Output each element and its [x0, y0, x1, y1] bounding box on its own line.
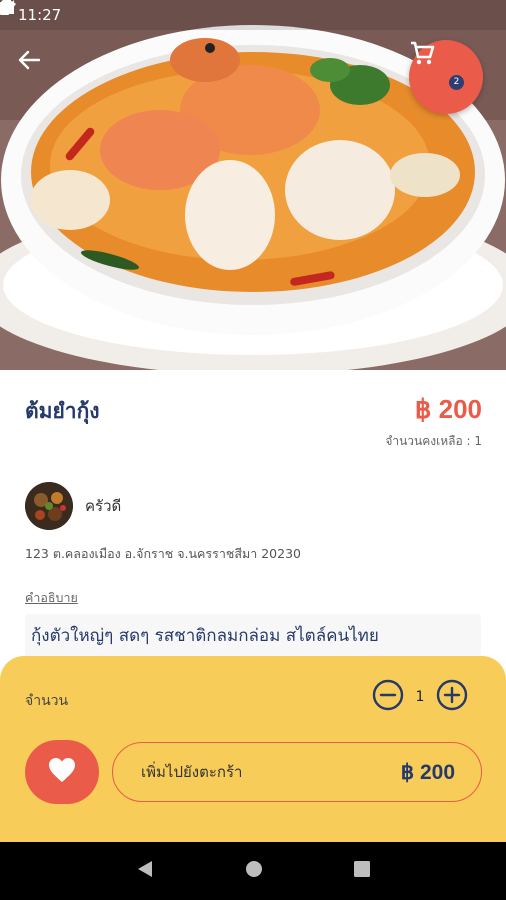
product-image: 11:27 2: [0, 0, 506, 370]
add-to-cart-label: เพิ่มไปยังตะกร้า: [141, 763, 243, 781]
shop-address: 123 ต.คลองเมือง อ.จักราช จ.นครราชสีมา 20…: [25, 546, 301, 561]
cart-count-badge: 2: [449, 75, 464, 90]
status-bar: 11:27: [0, 0, 506, 30]
status-time: 11:27: [18, 6, 62, 24]
avatar: [25, 482, 73, 530]
minus-circle-icon: [372, 679, 404, 715]
stock-remaining: จำนวนคงเหลือ : 1: [385, 434, 482, 448]
shop-name: ครัวดี: [85, 497, 122, 515]
product-details: ต้มยำกุ้ง ฿ 200 จำนวนคงเหลือ : 1 ครัวดี …: [0, 370, 506, 660]
recents-square-icon[interactable]: [353, 860, 371, 882]
add-to-cart-button[interactable]: เพิ่มไปยังตะกร้า ฿ 200: [112, 742, 482, 802]
plus-circle-icon: [436, 679, 468, 715]
home-circle-icon[interactable]: [244, 859, 264, 883]
back-button[interactable]: [18, 50, 54, 86]
cart-button[interactable]: 2: [409, 40, 483, 114]
add-to-cart-price: ฿ 200: [400, 760, 455, 784]
order-panel: จำนวน 1 เพิ่มไปยังตะกร้า ฿ 200: [0, 656, 506, 842]
product-name: ต้มยำกุ้ง: [25, 399, 100, 423]
back-triangle-icon[interactable]: [135, 859, 155, 883]
increase-quantity-button[interactable]: [436, 679, 468, 715]
system-nav-bar: [0, 842, 506, 900]
quantity-label: จำนวน: [25, 693, 69, 709]
product-price: ฿ 200: [414, 394, 482, 424]
favorite-button[interactable]: [25, 740, 99, 804]
decrease-quantity-button[interactable]: [372, 679, 404, 715]
quantity-value: 1: [415, 689, 425, 705]
quantity-stepper: 1: [372, 679, 468, 715]
heart-icon: [48, 757, 76, 787]
shop-info[interactable]: ครัวดี: [25, 482, 121, 530]
description-label: คำอธิบาย: [25, 590, 78, 605]
description-text: กุ้งตัวใหญ่ๆ สดๆ รสชาติกลมกล่อม สไตล์คนไ…: [25, 614, 481, 658]
